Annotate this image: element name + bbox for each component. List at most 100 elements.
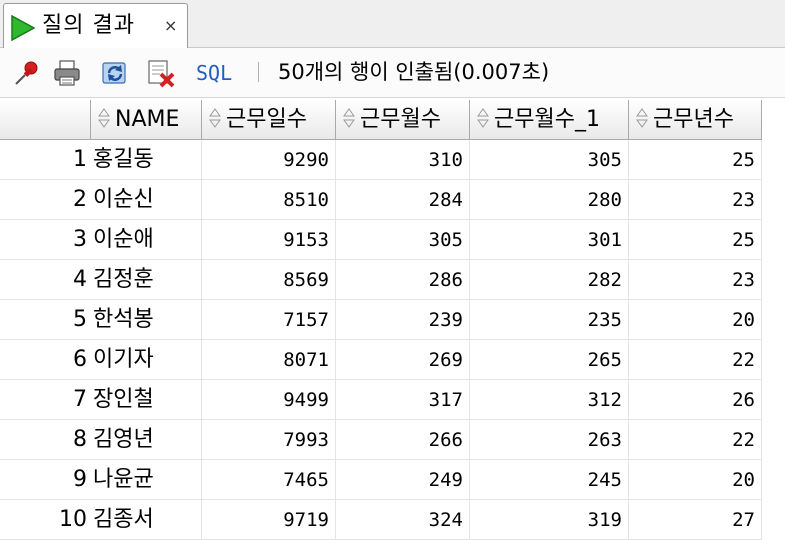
cell-months[interactable]: 239 <box>336 300 470 340</box>
sql-link[interactable]: SQL <box>196 60 232 86</box>
table-row[interactable]: 8 김영년 7993 266 263 22 <box>0 420 785 460</box>
cell-name[interactable]: 홍길동 <box>91 140 202 180</box>
tab-close-button[interactable]: × <box>164 16 177 36</box>
cell-years[interactable]: 20 <box>629 300 762 340</box>
cell-name[interactable]: 장인철 <box>91 380 202 420</box>
cell-months[interactable]: 249 <box>336 460 470 500</box>
tab-strip: 질의 결과 × <box>0 0 785 48</box>
tab-title: 질의 결과 <box>42 13 135 38</box>
row-number-header <box>0 100 91 140</box>
cell-name[interactable]: 김영년 <box>91 420 202 460</box>
cell-name[interactable]: 이순신 <box>91 180 202 220</box>
cell-years[interactable]: 23 <box>629 260 762 300</box>
column-header-months[interactable]: 근무월수 <box>336 100 470 140</box>
row-number: 6 <box>0 340 91 380</box>
cell-name[interactable]: 이기자 <box>91 340 202 380</box>
cell-months[interactable]: 324 <box>336 500 470 540</box>
cell-days[interactable]: 9499 <box>202 380 336 420</box>
cell-days[interactable]: 9719 <box>202 500 336 540</box>
table-row[interactable]: 7 장인철 9499 317 312 26 <box>0 380 785 420</box>
column-header-months-1[interactable]: 근무월수_1 <box>470 100 629 140</box>
cell-months[interactable]: 317 <box>336 380 470 420</box>
cell-years[interactable]: 26 <box>629 380 762 420</box>
cell-months-1[interactable]: 235 <box>470 300 629 340</box>
row-number: 1 <box>0 140 91 180</box>
cell-years[interactable]: 27 <box>629 500 762 540</box>
cell-months-1[interactable]: 305 <box>470 140 629 180</box>
cell-days[interactable]: 9153 <box>202 220 336 260</box>
column-header-label: NAME <box>115 107 180 132</box>
cell-days[interactable]: 9290 <box>202 140 336 180</box>
cell-name[interactable]: 김정훈 <box>91 260 202 300</box>
sort-icon <box>209 108 221 128</box>
column-header-label: 근무년수 <box>653 107 734 132</box>
cell-years[interactable]: 25 <box>629 140 762 180</box>
cell-months[interactable]: 284 <box>336 180 470 220</box>
table-row[interactable]: 5 한석봉 7157 239 235 20 <box>0 300 785 340</box>
run-triangle-icon <box>11 14 36 42</box>
cell-months-1[interactable]: 282 <box>470 260 629 300</box>
toolbar-separator <box>258 62 259 82</box>
column-header-label: 근무월수_1 <box>494 107 600 132</box>
table-row[interactable]: 3 이순애 9153 305 301 25 <box>0 220 785 260</box>
cell-months[interactable]: 286 <box>336 260 470 300</box>
table-row[interactable]: 10 김종서 9719 324 319 27 <box>0 500 785 540</box>
cell-months-1[interactable]: 319 <box>470 500 629 540</box>
column-header-label: 근무일수 <box>226 107 307 132</box>
cell-name[interactable]: 김종서 <box>91 500 202 540</box>
cell-days[interactable]: 8071 <box>202 340 336 380</box>
row-number: 5 <box>0 300 91 340</box>
table-row[interactable]: 4 김정훈 8569 286 282 23 <box>0 260 785 300</box>
cell-months-1[interactable]: 280 <box>470 180 629 220</box>
tab-query-result[interactable]: 질의 결과 × <box>3 3 188 48</box>
cell-months-1[interactable]: 245 <box>470 460 629 500</box>
print-icon[interactable] <box>52 58 82 88</box>
cell-name[interactable]: 이순애 <box>91 220 202 260</box>
cell-months[interactable]: 310 <box>336 140 470 180</box>
column-header-days[interactable]: 근무일수 <box>202 100 336 140</box>
cell-years[interactable]: 22 <box>629 420 762 460</box>
pin-icon[interactable] <box>12 58 42 88</box>
cell-name[interactable]: 한석봉 <box>91 300 202 340</box>
cell-months[interactable]: 266 <box>336 420 470 460</box>
row-number: 4 <box>0 260 91 300</box>
cell-days[interactable]: 7993 <box>202 420 336 460</box>
cell-years[interactable]: 22 <box>629 340 762 380</box>
cell-months-1[interactable]: 312 <box>470 380 629 420</box>
cell-months-1[interactable]: 301 <box>470 220 629 260</box>
table-row[interactable]: 9 나윤균 7465 249 245 20 <box>0 460 785 500</box>
cell-months[interactable]: 269 <box>336 340 470 380</box>
row-number: 2 <box>0 180 91 220</box>
cell-months-1[interactable]: 265 <box>470 340 629 380</box>
table-row[interactable]: 6 이기자 8071 269 265 22 <box>0 340 785 380</box>
row-number: 8 <box>0 420 91 460</box>
table-row[interactable]: 1 홍길동 9290 310 305 25 <box>0 140 785 180</box>
column-header-years[interactable]: 근무년수 <box>629 100 762 140</box>
result-toolbar: SQL 50개의 행이 인출됨(0.007초) <box>0 48 785 98</box>
cell-name[interactable]: 나윤균 <box>91 460 202 500</box>
cell-days[interactable]: 8510 <box>202 180 336 220</box>
table-row[interactable]: 2 이순신 8510 284 280 23 <box>0 180 785 220</box>
cell-years[interactable]: 23 <box>629 180 762 220</box>
column-header-label: 근무월수 <box>360 107 441 132</box>
cell-days[interactable]: 8569 <box>202 260 336 300</box>
cell-days[interactable]: 7465 <box>202 460 336 500</box>
row-number: 9 <box>0 460 91 500</box>
status-text: 50개의 행이 인출됨(0.007초) <box>278 60 550 84</box>
row-number: 10 <box>0 500 91 540</box>
sort-icon <box>98 108 110 128</box>
row-number: 3 <box>0 220 91 260</box>
sort-icon <box>636 108 648 128</box>
sort-icon <box>343 108 355 128</box>
column-header-name[interactable]: NAME <box>91 100 202 140</box>
grid-header: NAME 근무일수 근무월수 근무월수_1 근무년수 <box>0 100 785 140</box>
sort-icon <box>477 108 489 128</box>
row-number: 7 <box>0 380 91 420</box>
cell-years[interactable]: 20 <box>629 460 762 500</box>
cell-years[interactable]: 25 <box>629 220 762 260</box>
cell-months[interactable]: 305 <box>336 220 470 260</box>
refresh-icon[interactable] <box>100 58 130 88</box>
cell-months-1[interactable]: 263 <box>470 420 629 460</box>
delete-icon[interactable] <box>146 58 176 88</box>
cell-days[interactable]: 7157 <box>202 300 336 340</box>
